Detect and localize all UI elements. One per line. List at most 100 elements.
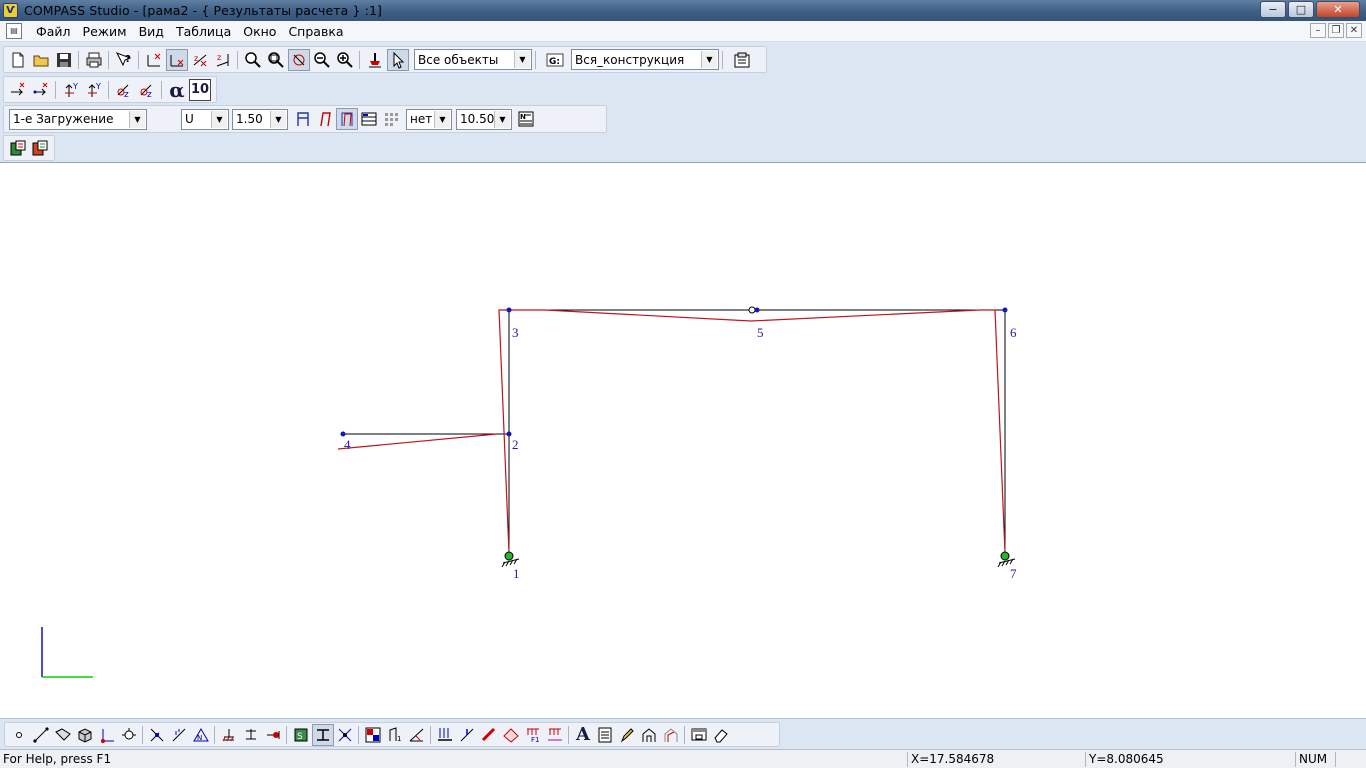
chevron-down-icon[interactable]: ▼ [129,110,145,128]
option-select[interactable]: нет ▼ [406,108,452,130]
zoom-window-icon[interactable] [265,49,287,71]
grid-dots-icon[interactable] [380,108,402,130]
move-x2-icon[interactable] [30,79,52,101]
move-x-icon[interactable] [7,79,29,101]
mdi-minimize-button[interactable]: – [1310,23,1326,38]
note-icon[interactable] [594,724,616,746]
node-tool-icon[interactable] [8,724,30,746]
chevron-down-icon[interactable]: ▼ [211,110,227,128]
angle-value[interactable]: 10 [189,78,211,101]
eraser-icon[interactable] [710,724,732,746]
material-icon[interactable]: S [290,724,312,746]
distributed-load-icon[interactable] [434,724,456,746]
move-y-icon[interactable]: Y [60,79,82,101]
zoom-icon[interactable] [242,49,264,71]
text-tool-icon[interactable]: A [572,724,594,746]
node-4[interactable] [340,431,346,437]
properties-icon[interactable] [731,49,753,71]
select-pointer-icon[interactable] [387,48,409,71]
scale-select[interactable]: 1.50 ▼ [232,108,288,130]
objects-select[interactable]: Все объекты ▼ [414,49,532,70]
frame-outline-icon[interactable] [292,108,314,130]
node-3[interactable] [506,307,512,313]
move-z2-icon[interactable]: z [136,79,158,101]
axis-xz-icon[interactable] [143,49,165,71]
load-f1-icon[interactable]: F1 [522,724,544,746]
thermal-load-icon[interactable] [478,724,500,746]
mdi-restore-button[interactable]: ❐ [1328,23,1344,38]
bar-load-icon[interactable] [168,724,190,746]
bar-tool-icon[interactable] [30,724,52,746]
group-color-icon[interactable] [362,724,384,746]
hinge-tool-icon[interactable] [118,724,140,746]
node-2[interactable] [506,431,512,437]
menu-help[interactable]: Справка [282,24,349,39]
support-elastic-icon[interactable] [262,724,284,746]
font-size-select[interactable]: 10.50 ▼ [456,108,512,130]
construction-select[interactable]: Вся_конструкция ▼ [571,49,719,70]
chevron-down-icon[interactable]: ▼ [514,51,530,68]
node-load-icon[interactable] [146,724,168,746]
print-icon[interactable] [83,49,105,71]
chevron-down-icon[interactable]: ▼ [434,110,450,128]
support-fixed-icon[interactable] [218,724,240,746]
frame-view-icon[interactable] [638,724,660,746]
move-y2-icon[interactable]: Y [83,79,105,101]
help-pointer-icon[interactable]: ? [113,49,135,71]
frame-deformed-icon[interactable] [314,108,336,130]
app-icon[interactable]: Ѵ [3,3,18,18]
rotate-view-icon[interactable] [288,48,310,71]
window-view-icon[interactable] [688,724,710,746]
section-icon[interactable] [312,723,334,746]
support-pinned-icon[interactable] [240,724,262,746]
plate-tool-icon[interactable] [52,724,74,746]
pin-highlight-icon[interactable] [364,49,386,71]
import-results-icon[interactable] [30,137,52,159]
group-icon[interactable]: G: [544,49,566,71]
plate-load-icon[interactable]: N [190,724,212,746]
plate-pressure-icon[interactable] [500,724,522,746]
zoom-in-icon[interactable] [334,49,356,71]
menu-view[interactable]: Вид [133,24,170,39]
drawing-canvas[interactable]: 3 5 6 2 4 1 7 [0,162,1366,718]
solid-tool-icon[interactable] [74,724,96,746]
mdi-close-button[interactable]: ✕ [1346,23,1362,38]
menu-window[interactable]: Окно [237,24,282,39]
component-select[interactable]: U ▼ [181,108,229,130]
node-6[interactable] [1002,307,1008,313]
chevron-down-icon[interactable]: ▼ [701,51,717,68]
menu-file[interactable]: Файл [30,24,77,39]
save-icon[interactable] [53,49,75,71]
axes-tool-icon[interactable] [96,724,118,746]
pencil-icon[interactable] [616,724,638,746]
axis-yx-icon[interactable] [166,48,188,71]
export-results-icon[interactable] [7,137,29,159]
frame-drawing[interactable] [0,163,1366,719]
frame-results-icon[interactable] [660,724,682,746]
menu-mode[interactable]: Режим [77,24,133,39]
chevron-down-icon[interactable]: ▼ [270,110,286,128]
node-5[interactable] [754,307,760,313]
minimize-button[interactable]: − [1260,1,1286,18]
axis-zx-icon[interactable]: z [189,49,211,71]
release-icon[interactable] [334,724,356,746]
maximize-button[interactable]: □ [1288,1,1314,18]
numbering-icon[interactable]: N [515,108,537,130]
open-folder-icon[interactable] [30,49,52,71]
alpha-icon[interactable]: α [166,78,188,102]
axis-zy-icon[interactable]: z [212,49,234,71]
new-file-icon[interactable] [7,49,29,71]
close-button[interactable]: ✕ [1316,1,1360,18]
chevron-down-icon[interactable]: ▼ [494,110,510,128]
document-icon[interactable]: ▤ [6,23,22,39]
stages-icon[interactable]: 1 [384,724,406,746]
point-load-icon[interactable] [456,724,478,746]
loadcase-select[interactable]: 1-е Загружение ▼ [9,108,147,130]
move-z-icon[interactable]: z [113,79,135,101]
frame-both-icon[interactable] [336,108,358,130]
values-table-icon[interactable] [358,108,380,130]
measure-icon[interactable] [406,724,428,746]
menu-table[interactable]: Таблица [170,24,237,39]
zoom-out-icon[interactable] [311,49,333,71]
load-combination-icon[interactable] [544,724,566,746]
